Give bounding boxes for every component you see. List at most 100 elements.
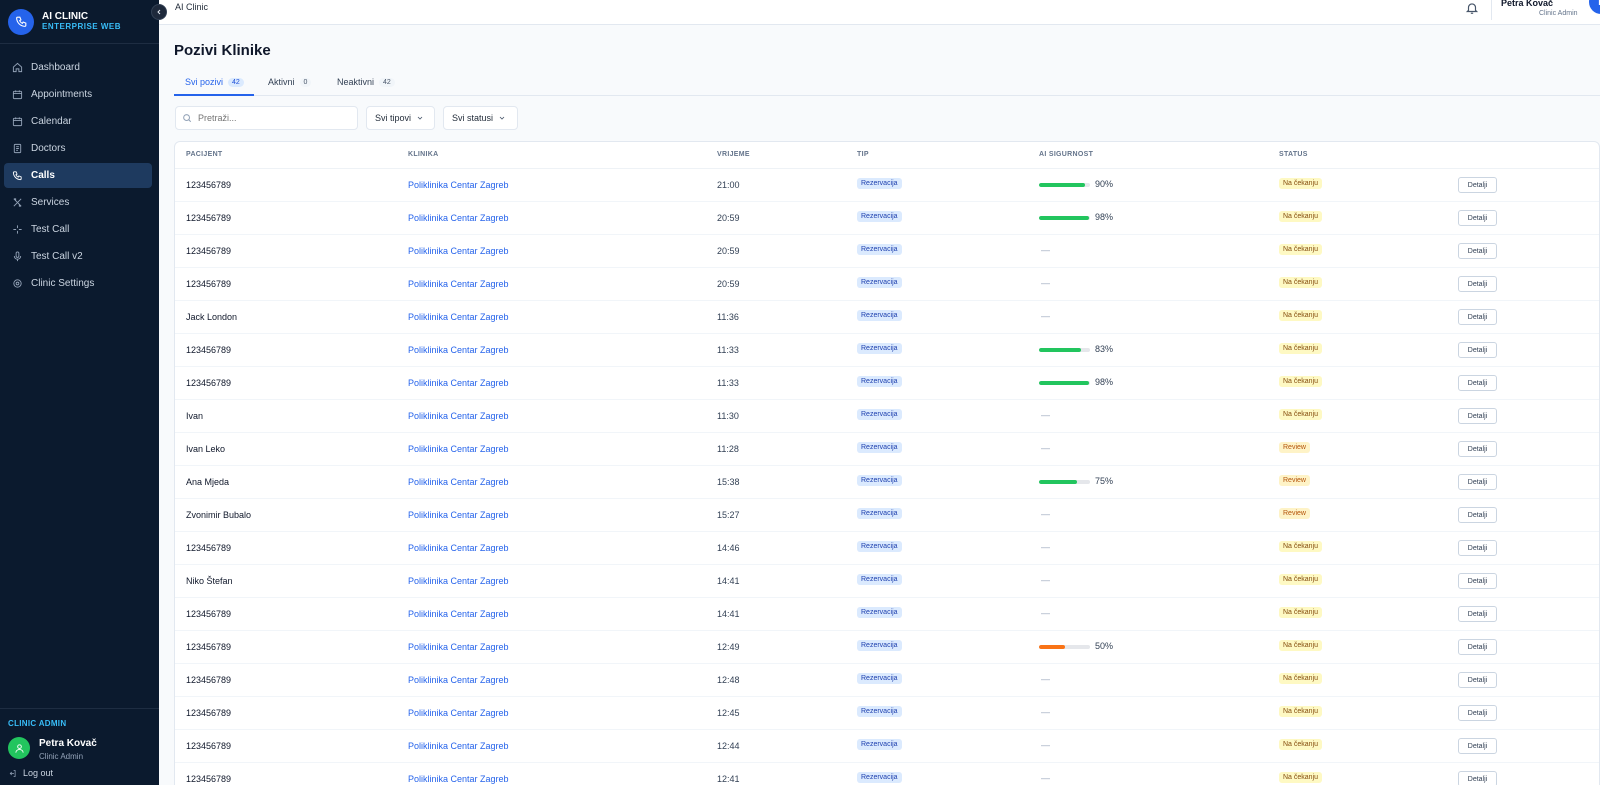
sidebar-nav: Dashboard Appointments Calendar Doctors … — [0, 44, 159, 296]
details-button[interactable]: Detalji — [1458, 276, 1497, 292]
status-badge: Na čekanju — [1279, 706, 1323, 717]
microphone-icon — [13, 251, 22, 262]
cell-clinic-link[interactable]: Poliklinika Centar Zagreb — [408, 213, 509, 223]
bell-icon[interactable] — [1465, 1, 1479, 15]
cell-time: 12:41 — [717, 774, 740, 784]
table-row[interactable]: Ana Mjeda Poliklinika Centar Zagreb 15:38 R… — [175, 466, 1599, 499]
details-button[interactable]: Detalji — [1458, 705, 1497, 721]
cell-clinic-link[interactable]: Poliklinika Centar Zagreb — [408, 279, 509, 289]
cell-patient: 123456789 — [186, 675, 232, 685]
cell-clinic-link[interactable]: Poliklinika Centar Zagreb — [408, 609, 509, 619]
table-row[interactable]: 123456789 Poliklinika Centar Zagreb 12:41 R… — [175, 763, 1599, 785]
sidebar-item-test-call-v2[interactable]: Test Call v2 — [4, 244, 152, 269]
cell-clinic-link[interactable]: Poliklinika Centar Zagreb — [408, 510, 509, 520]
tab-svi-pozivi[interactable]: Svi pozivi 42 — [174, 75, 254, 96]
sidebar-item-label: Calls — [31, 170, 55, 181]
status-filter-select[interactable]: Svi statusi — [443, 106, 518, 130]
calendar-icon — [12, 117, 23, 127]
table-row[interactable]: 123456789 Poliklinika Centar Zagreb 14:46 R… — [175, 532, 1599, 565]
table-row[interactable]: 123456789 Poliklinika Centar Zagreb 12:45 R… — [175, 697, 1599, 730]
details-button[interactable]: Detalji — [1458, 672, 1497, 688]
details-button[interactable]: Detalji — [1458, 210, 1497, 226]
table-row[interactable]: 123456789 Poliklinika Centar Zagreb 11:33 R… — [175, 367, 1599, 400]
cell-clinic-link[interactable]: Poliklinika Centar Zagreb — [408, 708, 509, 718]
table-row[interactable]: 123456789 Poliklinika Centar Zagreb 12:44 R… — [175, 730, 1599, 763]
details-button[interactable]: Detalji — [1458, 177, 1497, 193]
table-row[interactable]: 123456789 Poliklinika Centar Zagreb 14:41 R… — [175, 598, 1599, 631]
table-row[interactable]: Zvonimir Bubalo Poliklinika Centar Zagreb… — [175, 499, 1599, 532]
search-input[interactable] — [175, 106, 358, 130]
breadcrumb[interactable]: AI Clinic — [175, 2, 208, 12]
table-row[interactable]: 123456789 Poliklinika Centar Zagreb 12:49 R… — [175, 631, 1599, 664]
status-badge: Review — [1279, 475, 1310, 486]
cell-time: 12:45 — [717, 708, 740, 718]
details-button[interactable]: Detalji — [1458, 738, 1497, 754]
cell-clinic-link[interactable]: Poliklinika Centar Zagreb — [408, 774, 509, 784]
details-button[interactable]: Detalji — [1458, 507, 1497, 523]
details-button[interactable]: Detalji — [1458, 540, 1497, 556]
cell-patient: Ivan Leko — [186, 444, 226, 454]
cell-clinic-link[interactable]: Poliklinika Centar Zagreb — [408, 642, 509, 652]
tab-aktivni[interactable]: Aktivni 0 — [268, 75, 312, 96]
topbar-avatar[interactable]: P — [1589, 0, 1600, 14]
cell-clinic-link[interactable]: Poliklinika Centar Zagreb — [408, 576, 509, 586]
cell-clinic-link[interactable]: Poliklinika Centar Zagreb — [408, 378, 509, 388]
details-button[interactable]: Detalji — [1458, 342, 1497, 358]
sidebar-item-appointments[interactable]: Appointments — [4, 82, 152, 107]
cell-ai-confidence: — — [1039, 673, 1129, 687]
table-row[interactable]: 123456789 Poliklinika Centar Zagreb 21:00 R… — [175, 169, 1599, 202]
type-badge: Rezervacija — [857, 310, 902, 321]
cell-clinic-link[interactable]: Poliklinika Centar Zagreb — [408, 444, 509, 454]
table-row[interactable]: Ivan Leko Poliklinika Centar Zagreb 11:28 R… — [175, 433, 1599, 466]
collapse-sidebar-button[interactable] — [151, 4, 167, 20]
sidebar-item-label: Calendar — [31, 116, 72, 127]
sidebar-item-services[interactable]: Services — [4, 190, 152, 215]
cell-clinic-link[interactable]: Poliklinika Centar Zagreb — [408, 543, 509, 553]
details-button[interactable]: Detalji — [1458, 441, 1497, 457]
table-row[interactable]: Jack London Poliklinika Centar Zagreb 11:3… — [175, 301, 1599, 334]
cell-clinic-link[interactable]: Poliklinika Centar Zagreb — [408, 312, 509, 322]
details-button[interactable]: Detalji — [1458, 309, 1497, 325]
sidebar-item-label: Appointments — [31, 89, 93, 100]
type-badge: Rezervacija — [857, 607, 902, 618]
table-row[interactable]: Ivan Poliklinika Centar Zagreb 11:30 Rezerv… — [175, 400, 1599, 433]
cell-clinic-link[interactable]: Poliklinika Centar Zagreb — [408, 345, 509, 355]
sidebar-item-clinic-settings[interactable]: Clinic Settings — [4, 271, 152, 296]
home-icon — [12, 62, 23, 73]
table-row[interactable]: 123456789 Poliklinika Centar Zagreb 20:59 R… — [175, 235, 1599, 268]
ai-confidence-value: 83% — [1095, 344, 1114, 354]
type-filter-select[interactable]: Svi tipovi — [366, 106, 435, 130]
sidebar-item-calls[interactable]: Calls — [4, 163, 152, 188]
ai-confidence-empty: — — [1041, 278, 1050, 288]
cell-clinic-link[interactable]: Poliklinika Centar Zagreb — [408, 411, 509, 421]
sidebar-item-dashboard[interactable]: Dashboard — [4, 55, 152, 80]
table-row[interactable]: 123456789 Poliklinika Centar Zagreb 20:59 R… — [175, 202, 1599, 235]
sidebar-item-test-call[interactable]: Test Call — [4, 217, 152, 242]
user-icon — [14, 743, 24, 753]
cell-clinic-link[interactable]: Poliklinika Centar Zagreb — [408, 180, 509, 190]
sidebar-item-label: Dashboard — [31, 62, 80, 73]
table-row[interactable]: 123456789 Poliklinika Centar Zagreb 11:33 R… — [175, 334, 1599, 367]
details-button[interactable]: Detalji — [1458, 606, 1497, 622]
logout-link[interactable]: Log out — [8, 768, 53, 778]
details-button[interactable]: Detalji — [1458, 573, 1497, 589]
details-button[interactable]: Detalji — [1458, 474, 1497, 490]
cell-clinic-link[interactable]: Poliklinika Centar Zagreb — [408, 246, 509, 256]
table-row[interactable]: Niko Štefan Poliklinika Centar Zagreb 14:4… — [175, 565, 1599, 598]
details-button[interactable]: Detalji — [1458, 639, 1497, 655]
cell-clinic-link[interactable]: Poliklinika Centar Zagreb — [408, 741, 509, 751]
sidebar-item-calendar[interactable]: Calendar — [4, 109, 152, 134]
cell-clinic-link[interactable]: Poliklinika Centar Zagreb — [408, 675, 509, 685]
cell-clinic-link[interactable]: Poliklinika Centar Zagreb — [408, 477, 509, 487]
details-button[interactable]: Detalji — [1458, 375, 1497, 391]
tab-neaktivni[interactable]: Neaktivni 42 — [337, 75, 395, 96]
details-button[interactable]: Detalji — [1458, 408, 1497, 424]
sidebar-item-doctors[interactable]: Doctors — [4, 136, 152, 161]
cell-time: 11:33 — [717, 345, 739, 355]
table-row[interactable]: 123456789 Poliklinika Centar Zagreb 20:59 R… — [175, 268, 1599, 301]
details-button[interactable]: Detalji — [1458, 243, 1497, 259]
table-row[interactable]: 123456789 Poliklinika Centar Zagreb 12:48 R… — [175, 664, 1599, 697]
details-button[interactable]: Detalji — [1458, 771, 1497, 785]
cell-patient: 123456789 — [186, 180, 232, 190]
cell-ai-confidence: — — [1039, 706, 1129, 720]
